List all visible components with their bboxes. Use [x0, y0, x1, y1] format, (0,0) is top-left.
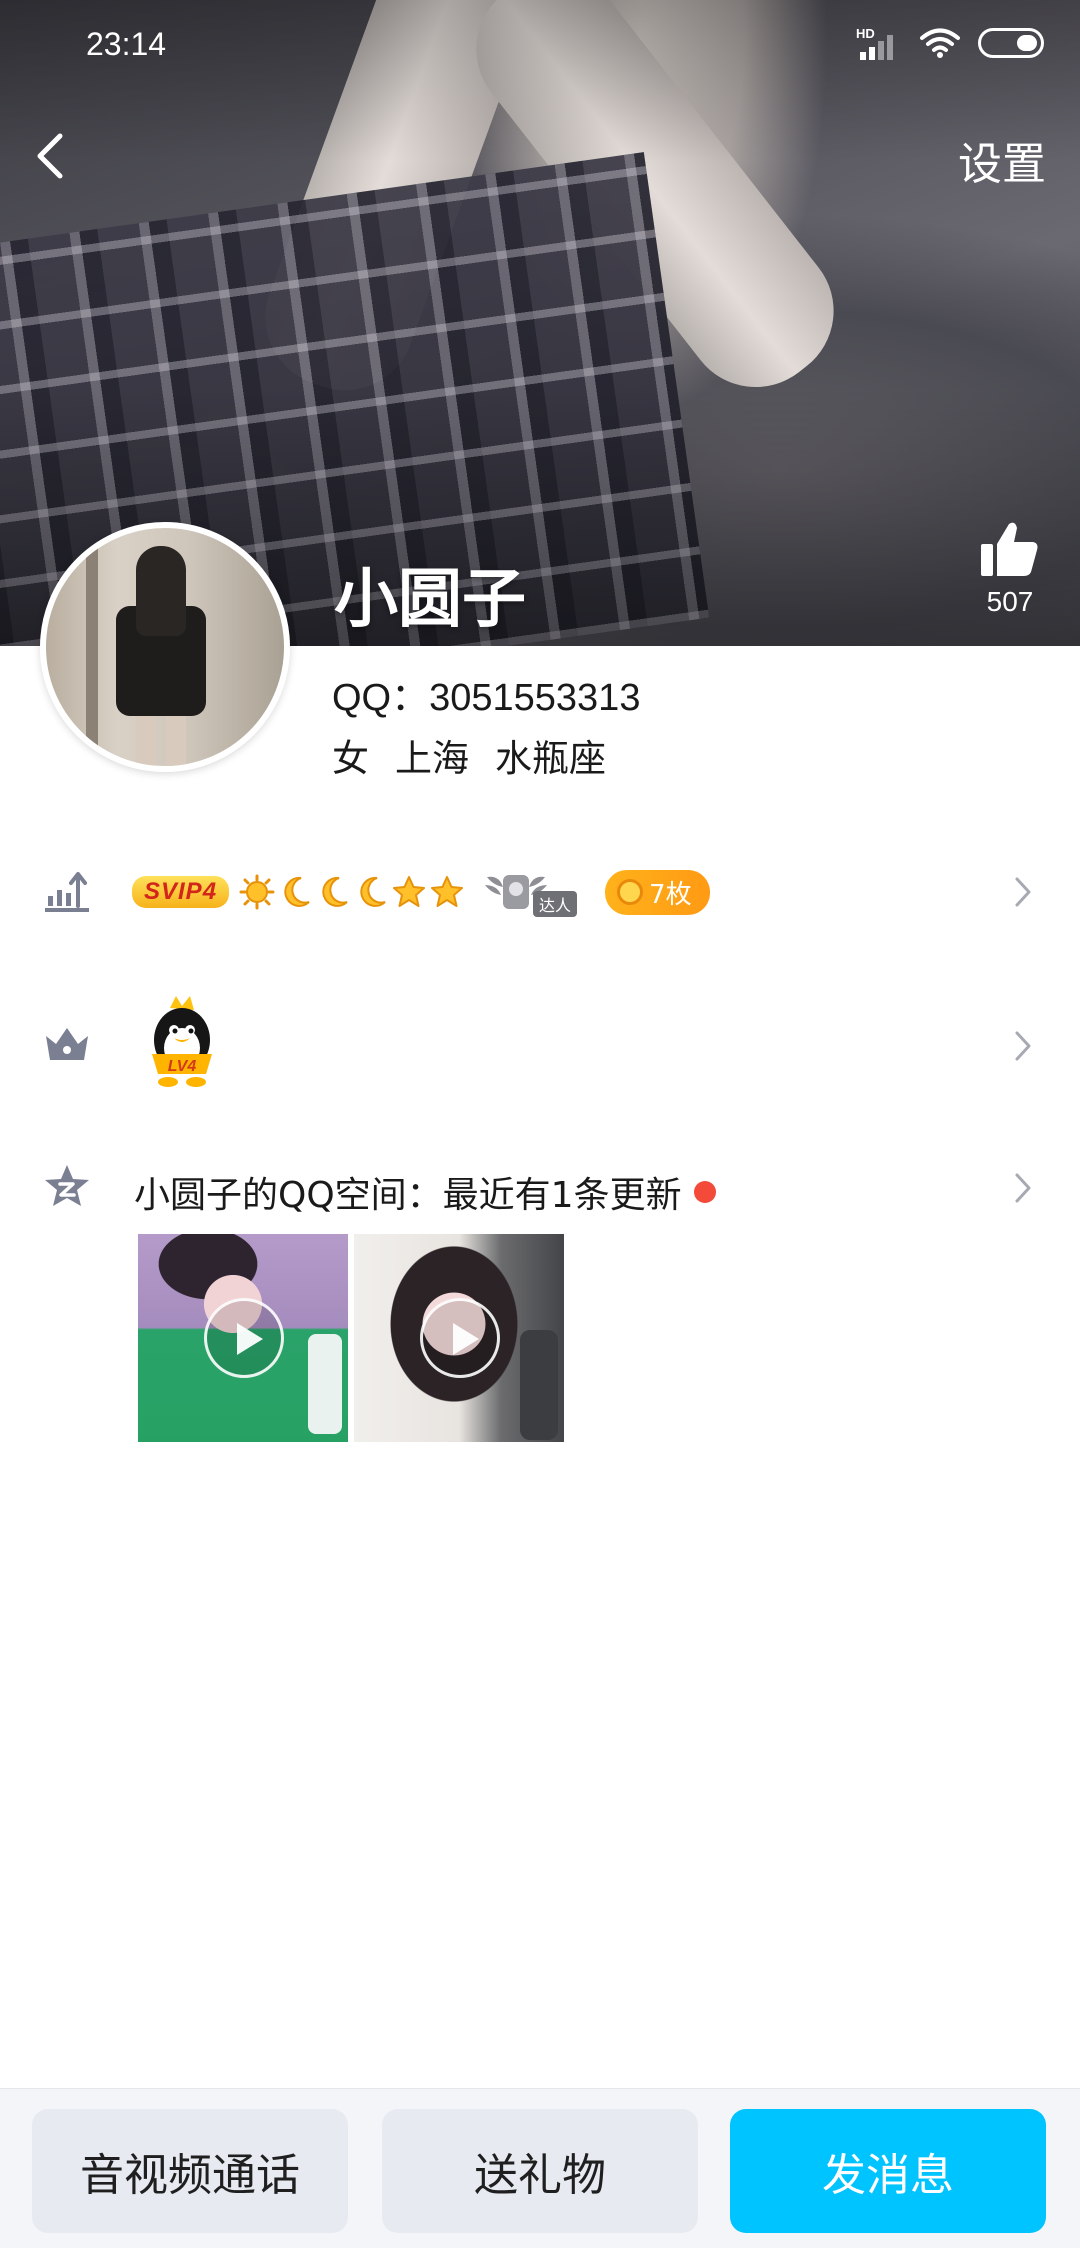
back-button[interactable] [24, 120, 84, 190]
battery-icon [978, 28, 1044, 58]
level-row[interactable]: SVIP4 达人 7枚 [0, 856, 1080, 926]
bottom-action-bar: 音视频通话 送礼物 发消息 [0, 2088, 1080, 2248]
chevron-right-icon [1015, 1031, 1031, 1061]
profile-page: 23:14 HD 设置 小圆子 507 QQ：3051553313 女 上海 水… [0, 0, 1080, 2248]
qzone-title-text: 小圆子的QQ空间：最近有1条更新 [134, 1175, 682, 1216]
qzone-row[interactable]: 小圆子的QQ空间：最近有1条更新 [0, 1160, 1080, 1220]
svip-badge: SVIP4 [132, 876, 230, 908]
status-time: 23:14 [86, 26, 167, 62]
nickname: 小圆子 [334, 563, 526, 637]
like-count: 507 [986, 586, 1034, 617]
qq-number: QQ：3051553313 [332, 677, 641, 719]
send-gift-button[interactable]: 送礼物 [382, 2109, 698, 2233]
talent-badge: 达人 [481, 869, 581, 917]
qzone-star-icon [45, 1165, 89, 1206]
chevron-right-icon [1015, 1173, 1031, 1203]
location-tag: 上海 [395, 737, 469, 780]
qq-penguin-lv4-icon: LV4 [152, 996, 212, 1087]
settings-button[interactable]: 设置 [958, 128, 1046, 192]
profile-tags: 女 上海 水瓶座 [332, 728, 606, 782]
star-icon [393, 876, 426, 907]
qq-level-icons [239, 874, 465, 910]
qzone-video-thumbnail[interactable] [354, 1234, 564, 1442]
chevron-right-icon [1015, 877, 1031, 907]
av-call-button[interactable]: 音视频通话 [32, 2109, 348, 2233]
avatar-detail [86, 528, 98, 766]
avatar-detail [116, 546, 206, 766]
signal-icon: HD [856, 26, 902, 60]
medal-icon [617, 879, 644, 905]
level-up-icon [45, 872, 89, 912]
sun-icon [239, 874, 275, 910]
wifi-icon [920, 28, 960, 58]
penguin-level-label: LV4 [168, 1058, 197, 1075]
play-icon [420, 1298, 500, 1378]
moon-icon [322, 876, 348, 907]
status-icons: HD [856, 26, 1044, 60]
thumbs-up-icon [981, 522, 1038, 576]
moon-icon [360, 876, 386, 907]
qzone-video-thumbnail[interactable] [138, 1234, 348, 1442]
star-icon [431, 876, 464, 907]
zodiac-tag: 水瓶座 [495, 737, 606, 780]
play-icon [204, 1298, 284, 1378]
medal-badge: 7枚 [605, 869, 710, 915]
send-message-button[interactable]: 发消息 [730, 2109, 1046, 2233]
level-badges: SVIP4 达人 7枚 [132, 864, 710, 920]
like-button[interactable]: 507 [970, 518, 1050, 618]
qzone-title: 小圆子的QQ空间：最近有1条更新 [134, 1166, 716, 1218]
qzone-thumbnails [138, 1234, 564, 1442]
vip-row[interactable]: LV4 [0, 996, 1080, 1096]
gender-tag: 女 [332, 737, 369, 780]
moon-icon [284, 876, 310, 907]
medal-count: 7枚 [649, 879, 692, 910]
crown-icon [46, 1028, 88, 1060]
update-dot [693, 1181, 716, 1203]
avatar[interactable] [40, 522, 290, 772]
talent-label: 达人 [533, 891, 578, 917]
chevron-left-icon [37, 133, 63, 179]
